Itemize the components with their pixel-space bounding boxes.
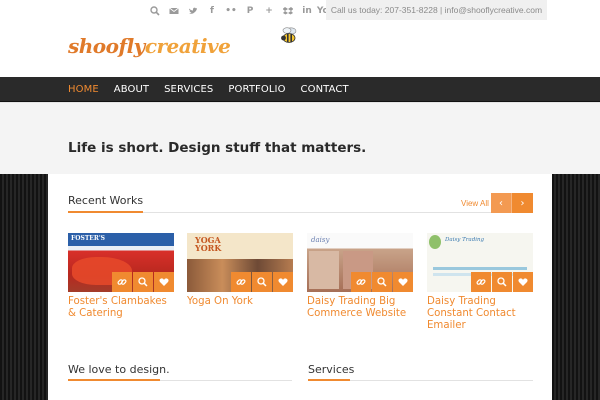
work-thumbnail[interactable]: Daisy Trading	[427, 233, 533, 292]
nav-home[interactable]: HOME	[68, 84, 99, 95]
work-title-line1: Daisy Trading	[427, 296, 496, 307]
heart-icon	[278, 278, 288, 286]
zoom-button[interactable]	[372, 272, 392, 292]
work-title[interactable]: Yoga On York	[187, 296, 293, 308]
heart-icon	[159, 278, 169, 286]
work-title-line1: Foster's Clambakes	[68, 296, 167, 307]
main-navigation: HOME ABOUT SERVICES PORTFOLIO CONTACT	[0, 77, 600, 102]
thumbnail-caption: FOSTER'S	[71, 235, 106, 242]
tagline: Life is short. Design stuff that matters…	[68, 140, 367, 156]
thumbnail-actions	[470, 272, 533, 292]
thumbnail-actions	[230, 272, 293, 292]
flickr-icon[interactable]: ••	[222, 4, 240, 18]
search-icon	[377, 277, 387, 287]
link-icon	[476, 279, 486, 285]
view-all-link[interactable]: View All	[461, 199, 489, 208]
work-item-yoga: YOGA YORK Yoga On York	[187, 233, 293, 308]
thumbnail-actions	[111, 272, 174, 292]
nav-services[interactable]: SERVICES	[164, 84, 213, 95]
services-rule	[350, 380, 533, 381]
nav-portfolio[interactable]: PORTFOLIO	[228, 84, 285, 95]
work-thumbnail[interactable]: YOGA YORK	[187, 233, 293, 292]
google-plus-icon[interactable]: +	[260, 4, 278, 18]
recent-works-title: Recent Works	[68, 194, 144, 207]
link-icon	[356, 279, 366, 285]
chevron-left-icon: ‹	[499, 197, 503, 209]
thumbnail-caption: YOGA YORK	[195, 235, 222, 253]
work-title[interactable]: Daisy Trading Constant Contact Emailer	[427, 296, 533, 332]
link-button[interactable]	[112, 272, 132, 292]
flower-graphic	[429, 235, 441, 249]
work-title[interactable]: Daisy Trading Big Commerce Website	[307, 296, 413, 320]
email-line	[433, 267, 527, 270]
call-us-text: Call us today: 207-351-8228 | info@shoof…	[326, 0, 547, 20]
pinterest-icon[interactable]: P	[241, 4, 259, 18]
twitter-icon[interactable]	[184, 4, 202, 18]
we-love-to-design-title: We love to design.	[68, 363, 170, 376]
work-thumbnail[interactable]: FOSTER'S	[68, 233, 174, 292]
tagline-band	[0, 102, 600, 174]
chevron-right-icon: ›	[520, 197, 525, 209]
work-title-line2: Commerce Website	[307, 308, 407, 319]
product-photo	[309, 251, 339, 289]
thumbnail-actions	[350, 272, 413, 292]
search-icon	[257, 277, 267, 287]
recent-works-underline	[68, 211, 143, 213]
nav-contact[interactable]: CONTACT	[301, 84, 349, 95]
carousel-next-button[interactable]: ›	[512, 193, 533, 213]
carousel-arrows: ‹ ›	[491, 193, 533, 213]
work-item-daisy-website: daisy Daisy Trading Big Commerce Website	[307, 233, 413, 320]
work-title-line2: & Catering	[68, 308, 123, 319]
logo-text-creative: creative	[144, 34, 231, 58]
work-title-line2: Constant Contact Emailer	[427, 308, 516, 331]
heart-icon	[518, 278, 528, 286]
carousel-prev-button[interactable]: ‹	[491, 193, 512, 213]
logo[interactable]: shoofly creative	[68, 24, 297, 58]
link-button[interactable]	[231, 272, 251, 292]
dropbox-icon[interactable]	[279, 4, 297, 18]
thumbnail-caption: daisy	[311, 236, 330, 244]
work-item-fosters: FOSTER'S Foster's Clambakes & Catering	[68, 233, 174, 320]
search-icon[interactable]	[146, 4, 164, 18]
work-title-line1: Yoga On York	[187, 296, 253, 307]
mail-icon[interactable]	[165, 4, 183, 18]
zoom-button[interactable]	[252, 272, 272, 292]
services-title: Services	[308, 363, 355, 376]
search-icon	[138, 277, 148, 287]
like-button[interactable]	[513, 272, 533, 292]
linkedin-icon[interactable]: in	[298, 4, 316, 18]
link-icon	[236, 279, 246, 285]
thumbnail-caption: Daisy Trading	[445, 237, 485, 243]
recent-works-rule	[143, 212, 533, 213]
link-button[interactable]	[351, 272, 371, 292]
facebook-icon[interactable]: f	[203, 4, 221, 18]
bee-icon	[281, 27, 297, 43]
work-title[interactable]: Foster's Clambakes & Catering	[68, 296, 174, 320]
work-thumbnail[interactable]: daisy	[307, 233, 413, 292]
link-button[interactable]	[471, 272, 491, 292]
love-underline	[68, 379, 160, 381]
zoom-button[interactable]	[133, 272, 153, 292]
search-icon	[497, 277, 507, 287]
header: f •• P + in You Call us today: 207-351-8…	[0, 0, 600, 77]
social-icons: f •• P + in You	[146, 3, 336, 19]
heart-icon	[398, 278, 408, 286]
zoom-button[interactable]	[492, 272, 512, 292]
services-underline	[308, 379, 350, 381]
love-rule	[160, 380, 292, 381]
work-title-line1: Daisy Trading Big	[307, 296, 396, 307]
nav-about[interactable]: ABOUT	[114, 84, 149, 95]
like-button[interactable]	[273, 272, 293, 292]
work-item-daisy-emailer: Daisy Trading Daisy Trading Constant Cont…	[427, 233, 533, 332]
logo-text-shoofly: shoofly	[68, 34, 145, 58]
like-button[interactable]	[154, 272, 174, 292]
link-icon	[117, 279, 127, 285]
like-button[interactable]	[393, 272, 413, 292]
